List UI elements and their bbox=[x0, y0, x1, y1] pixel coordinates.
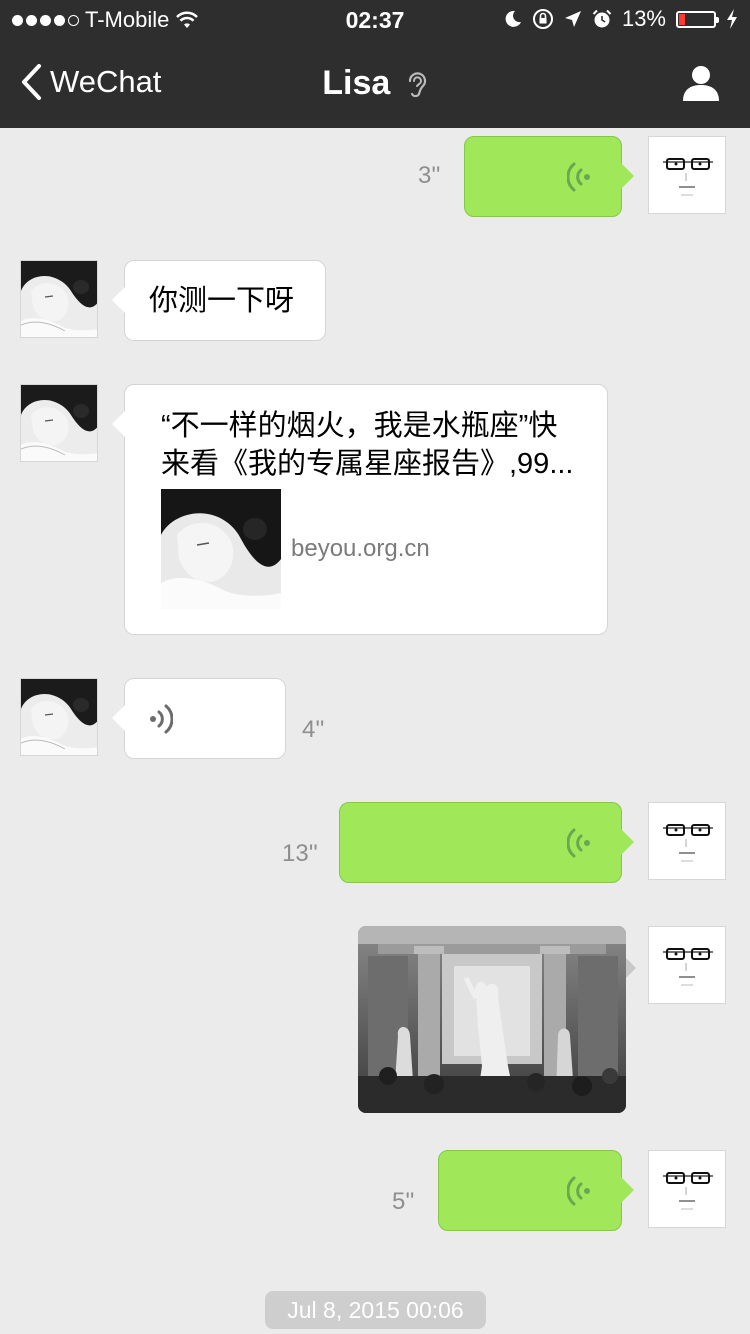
voice-wave-icon bbox=[150, 704, 173, 733]
link-domain: beyou.org.cn bbox=[291, 535, 430, 562]
voice-bubble[interactable] bbox=[464, 136, 634, 217]
battery-icon bbox=[676, 10, 719, 28]
chat-title: Lisa bbox=[0, 64, 750, 103]
profile-icon bbox=[683, 66, 719, 101]
message-text: 你测一下呀 bbox=[149, 285, 295, 317]
voice-duration: 3'' bbox=[418, 162, 441, 189]
timestamp-divider: Jul 8, 2015 00:06 bbox=[265, 1291, 486, 1329]
voice-duration: 13'' bbox=[282, 840, 318, 867]
link-card[interactable]: “不一样的烟火，我是水瓶座”快 来看《我的专属星座报告》,99... beyou… bbox=[112, 384, 608, 635]
link-thumbnail bbox=[161, 489, 281, 609]
chat-title-text: Lisa bbox=[322, 64, 391, 102]
lisa-avatar[interactable] bbox=[20, 384, 98, 462]
rotation-lock-icon bbox=[532, 9, 553, 29]
link-title: “不一样的烟火，我是水瓶座”快 来看《我的专属星座报告》,99... bbox=[161, 407, 591, 483]
voice-bubble[interactable] bbox=[438, 1150, 634, 1231]
image-bubble-tail bbox=[626, 958, 636, 978]
status-bar: T-Mobile 02:37 13% bbox=[0, 0, 750, 40]
my-avatar[interactable] bbox=[648, 136, 726, 214]
ear-icon bbox=[408, 72, 426, 98]
museum-photo bbox=[358, 926, 626, 1113]
my-avatar[interactable] bbox=[648, 802, 726, 880]
status-indicators: 13% bbox=[504, 6, 738, 32]
lisa-avatar[interactable] bbox=[20, 260, 98, 338]
voice-duration: 5'' bbox=[392, 1188, 415, 1215]
location-icon bbox=[564, 11, 581, 27]
my-avatar[interactable] bbox=[648, 1150, 726, 1228]
voice-duration: 4'' bbox=[302, 716, 325, 743]
voice-wave-icon bbox=[567, 1176, 590, 1205]
text-bubble[interactable]: 你测一下呀 bbox=[112, 260, 326, 341]
image-bubble[interactable] bbox=[358, 926, 626, 1113]
alarm-icon bbox=[592, 9, 612, 28]
my-avatar[interactable] bbox=[648, 926, 726, 1004]
nav-bar: WeChat Lisa bbox=[0, 40, 750, 128]
voice-bubble[interactable] bbox=[112, 678, 286, 759]
voice-bubble[interactable] bbox=[339, 802, 634, 883]
do-not-disturb-icon bbox=[505, 10, 521, 27]
lisa-avatar[interactable] bbox=[20, 678, 98, 756]
voice-wave-icon bbox=[567, 162, 590, 191]
link-title-line-2: 来看《我的专属星座报告》,99... bbox=[161, 448, 574, 480]
voice-wave-icon bbox=[567, 828, 590, 857]
charging-bolt-icon bbox=[727, 9, 737, 29]
chat-info-button[interactable] bbox=[682, 64, 720, 107]
battery-percent: 13% bbox=[621, 6, 666, 31]
link-title-line-1: “不一样的烟火，我是水瓶座”快 bbox=[161, 410, 558, 442]
